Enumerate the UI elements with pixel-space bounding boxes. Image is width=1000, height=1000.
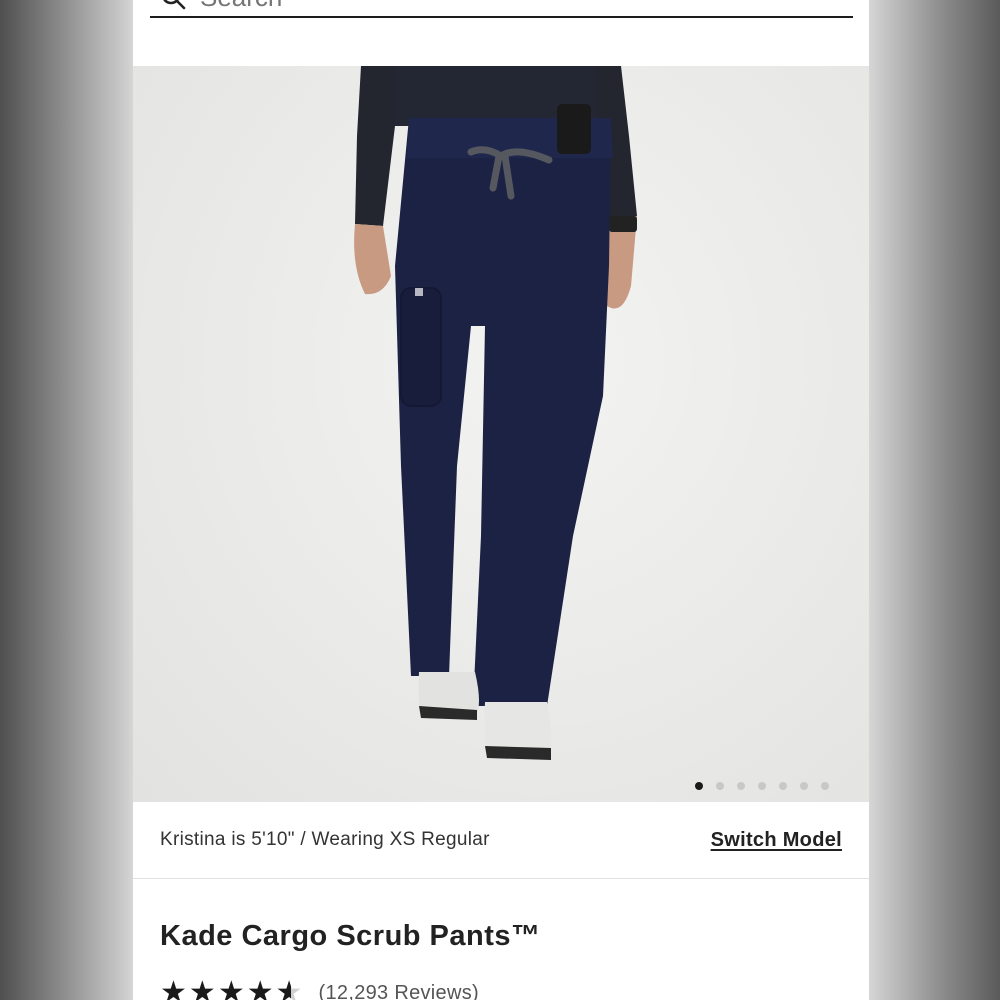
background-left (0, 0, 133, 1000)
product-photo (354, 66, 637, 760)
half-star-icon: ★ (276, 978, 303, 1000)
model-info-text: Kristina is 5'10" / Wearing XS Regular (160, 829, 490, 850)
product-title: Kade Cargo Scrub Pants™ (160, 920, 541, 952)
product-image[interactable] (133, 66, 869, 802)
carousel-dots (695, 782, 829, 790)
reviews-count-link[interactable]: (12,293 Reviews) (319, 982, 479, 1000)
background-right (869, 0, 1000, 1000)
star-icon: ★ (217, 976, 245, 1000)
carousel-dot[interactable] (716, 782, 724, 790)
star-icon: ★ (188, 976, 216, 1000)
carousel-dot[interactable] (800, 782, 808, 790)
search-input[interactable] (198, 0, 802, 14)
model-info-row: Kristina is 5'10" / Wearing XS Regular S… (133, 802, 869, 879)
search-icon (163, 0, 186, 10)
star-icon: ★ (246, 976, 274, 1000)
switch-model-link[interactable]: Switch Model (711, 829, 842, 852)
carousel-dot[interactable] (737, 782, 745, 790)
carousel-dot[interactable] (695, 782, 703, 790)
carousel-dot[interactable] (779, 782, 787, 790)
search-bar[interactable] (150, 0, 853, 18)
product-page: Kristina is 5'10" / Wearing XS Regular S… (133, 0, 869, 1000)
star-icon: ★ (160, 976, 187, 1000)
carousel-dot[interactable] (821, 782, 829, 790)
product-rating[interactable]: ★ ★ ★ ★ ★ (12,293 Reviews) (160, 978, 479, 1000)
carousel-dot[interactable] (758, 782, 766, 790)
